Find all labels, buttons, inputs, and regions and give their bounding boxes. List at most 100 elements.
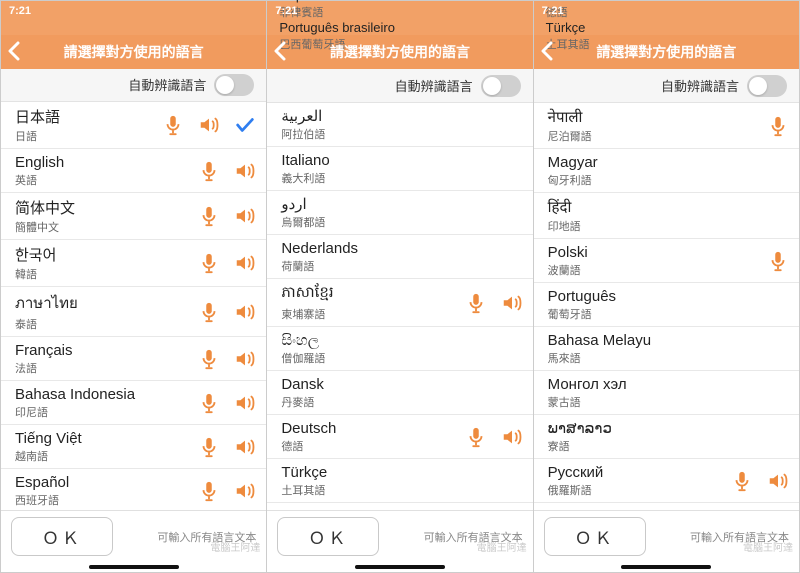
language-local: 馬來語 <box>548 350 789 366</box>
language-native: Español <box>15 474 198 491</box>
language-item[interactable]: 简体中文 簡體中文 <box>1 193 266 240</box>
language-local: 俄羅斯語 <box>548 482 731 498</box>
auto-detect-row: 自動辨識語言 <box>534 69 799 103</box>
header-fade: Filipino菲律賓語Português brasileiro巴西葡萄牙語 <box>267 1 532 35</box>
language-native: Bahasa Melayu <box>548 332 789 349</box>
language-local: 僧伽羅語 <box>281 350 522 366</box>
language-native: Türkçe <box>281 464 522 481</box>
speaker-icon <box>234 436 256 458</box>
language-item[interactable]: Português 葡萄牙語 <box>534 283 799 327</box>
language-local: 波蘭語 <box>548 262 767 278</box>
mic-icon <box>198 480 220 502</box>
language-local: 印地語 <box>548 218 789 234</box>
mic-icon <box>162 114 184 136</box>
ok-button[interactable]: ＯＫ <box>544 517 646 556</box>
item-icons <box>767 250 789 272</box>
language-item[interactable]: Nederlands 荷蘭語 <box>267 235 532 279</box>
language-item[interactable]: English 英語 <box>1 149 266 193</box>
back-button[interactable] <box>273 41 287 61</box>
auto-detect-label: 自動辨識語言 <box>128 75 206 94</box>
language-local: 泰語 <box>15 316 198 332</box>
status-time: 7:21 <box>542 5 564 17</box>
language-native: العربية <box>281 107 522 125</box>
header-title: 請選擇對方使用的語言 <box>64 42 204 62</box>
language-item[interactable]: Bahasa Indonesia 印尼語 <box>1 381 266 425</box>
checkmark-icon <box>234 114 256 136</box>
auto-detect-switch[interactable] <box>481 75 521 97</box>
language-item[interactable]: Dansk 丹麥語 <box>267 371 532 415</box>
language-item[interactable]: Magyar 匈牙利語 <box>534 149 799 193</box>
language-item[interactable]: हिंदी 印地語 <box>534 193 799 239</box>
language-list[interactable]: नेपाली 尼泊爾語 Magyar 匈牙利語 हिंदी 印地語 Polski… <box>534 103 799 510</box>
language-native: Tiếng Việt <box>15 430 198 447</box>
language-item[interactable]: Español 西班牙語 <box>1 469 266 510</box>
language-native: Deutsch <box>281 420 464 437</box>
language-native: Русский <box>548 464 731 481</box>
language-local: 丹麥語 <box>281 394 522 410</box>
mic-icon <box>198 205 220 227</box>
header-title: 請選擇對方使用的語言 <box>596 42 736 62</box>
language-item[interactable]: Polski 波蘭語 <box>534 239 799 283</box>
language-item[interactable]: Français 法語 <box>1 337 266 381</box>
auto-detect-switch[interactable] <box>747 75 787 97</box>
language-item[interactable]: Tiếng Việt 越南語 <box>1 425 266 469</box>
language-local: 印尼語 <box>15 404 198 420</box>
mic-icon <box>198 252 220 274</box>
language-local: 越南語 <box>15 448 198 464</box>
language-item[interactable]: Русский 俄羅斯語 <box>534 459 799 503</box>
language-item[interactable]: ภาษาไทย 泰語 <box>1 287 266 337</box>
auto-detect-switch[interactable] <box>214 74 254 96</box>
language-item[interactable]: ພາສາລາວ 寮語 <box>534 415 799 459</box>
language-item[interactable]: ភាសាខ្មែរ 柬埔寨語 <box>267 279 532 327</box>
language-item[interactable]: العربية 阿拉伯語 <box>267 103 532 147</box>
item-icons <box>198 480 256 502</box>
item-icons <box>465 292 523 314</box>
language-local: 烏爾都語 <box>281 214 522 230</box>
auto-detect-label: 自動辨識語言 <box>395 76 473 95</box>
language-item[interactable]: Italiano 義大利語 <box>267 147 532 191</box>
ok-button[interactable]: ＯＫ <box>277 517 379 556</box>
watermark: 電腦王阿達 <box>477 544 527 554</box>
language-native: 한국어 <box>15 244 198 265</box>
speaker-icon <box>198 114 220 136</box>
language-list[interactable]: العربية 阿拉伯語 Italiano 義大利語 اردو 烏爾都語 Ned… <box>267 103 532 510</box>
mic-icon <box>767 250 789 272</box>
language-local: 蒙古語 <box>548 394 789 410</box>
language-local: 柬埔寨語 <box>281 306 464 322</box>
language-native: ភាសាខ្មែរ <box>281 283 464 305</box>
home-indicator <box>267 562 532 572</box>
language-native: Dansk <box>281 376 522 393</box>
item-icons <box>465 426 523 448</box>
language-local: 荷蘭語 <box>281 258 522 274</box>
bottom-bar: ＯＫ 可輸入所有語言文本 電腦王阿達 <box>267 510 532 562</box>
speaker-icon <box>234 480 256 502</box>
language-item[interactable]: Türkçe 土耳其語 <box>267 459 532 503</box>
language-item[interactable]: اردو 烏爾都語 <box>267 191 532 235</box>
language-item[interactable]: සිංහල 僧伽羅語 <box>267 327 532 371</box>
mic-icon <box>767 115 789 137</box>
language-local: 英語 <box>15 172 198 188</box>
language-native: Português <box>548 288 789 305</box>
back-button[interactable] <box>540 41 554 61</box>
item-icons <box>198 436 256 458</box>
item-icons <box>767 115 789 137</box>
watermark: 電腦王阿達 <box>743 544 793 554</box>
speaker-icon <box>501 292 523 314</box>
speaker-icon <box>501 426 523 448</box>
language-item[interactable]: 日本語 日語 <box>1 102 266 149</box>
language-local: 阿拉伯語 <box>281 126 522 142</box>
language-item[interactable]: Bahasa Melayu 馬來語 <box>534 327 799 371</box>
language-local: 土耳其語 <box>281 482 522 498</box>
language-local: 寮語 <box>548 438 789 454</box>
language-item[interactable]: नेपाली 尼泊爾語 <box>534 103 799 149</box>
back-button[interactable] <box>7 41 21 61</box>
mic-icon <box>731 470 753 492</box>
language-item[interactable]: Deutsch 德語 <box>267 415 532 459</box>
language-list[interactable]: 日本語 日語 English 英語 简体中文 簡體中文 <box>1 102 266 510</box>
ok-button[interactable]: ＯＫ <box>11 517 113 556</box>
language-item[interactable]: 한국어 韓語 <box>1 240 266 287</box>
language-native: English <box>15 154 198 171</box>
mic-icon <box>198 160 220 182</box>
speaker-icon <box>234 348 256 370</box>
language-item[interactable]: Монгол хэл 蒙古語 <box>534 371 799 415</box>
